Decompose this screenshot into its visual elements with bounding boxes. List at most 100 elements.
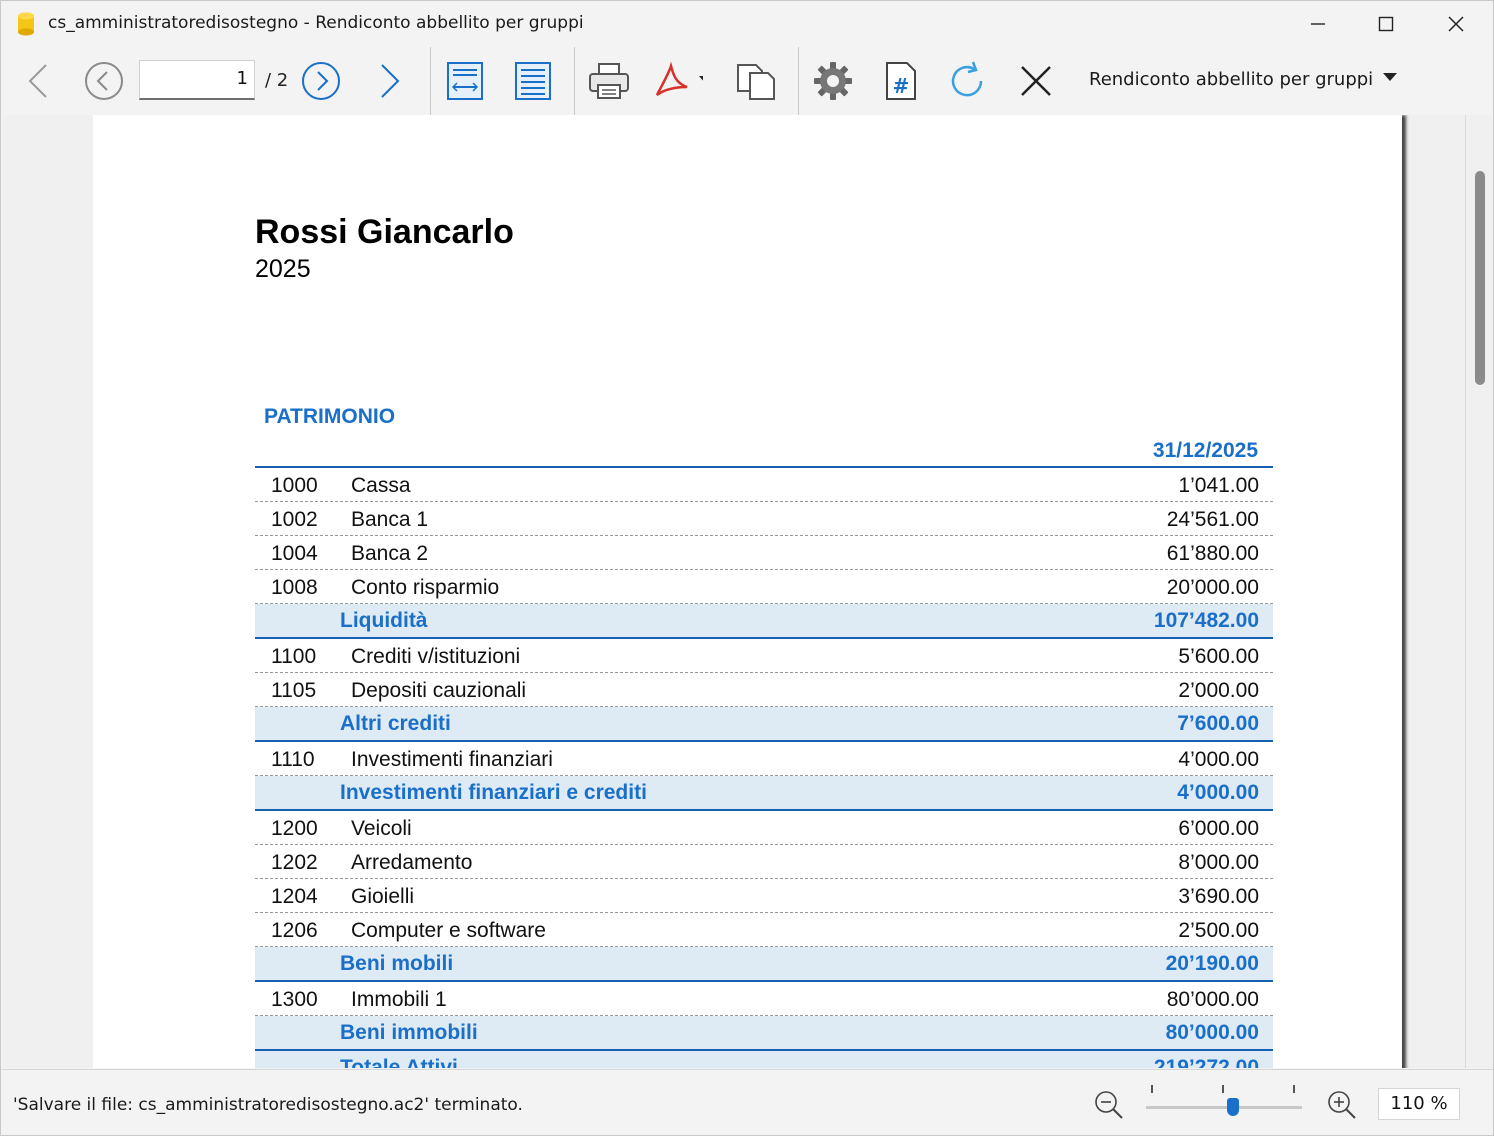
- account-description: Banca 1: [351, 508, 429, 531]
- group-amount: 7’600.00: [1177, 712, 1259, 735]
- account-description: Computer e software: [351, 919, 546, 942]
- account-code: 1110: [271, 748, 315, 771]
- account-row: 1110 Investimenti finanziari 4’000.00: [255, 742, 1273, 776]
- account-amount: 3’690.00: [1178, 885, 1259, 908]
- forward-button[interactable]: [363, 55, 415, 107]
- export-pdf-button[interactable]: [651, 55, 703, 107]
- zoom-in-icon[interactable]: [1325, 1088, 1357, 1120]
- account-amount: 2’000.00: [1178, 679, 1259, 702]
- account-amount: 2’500.00: [1178, 919, 1259, 942]
- close-report-button[interactable]: [1010, 55, 1062, 107]
- group-total-row: Investimenti finanziari e crediti 4’000.0…: [255, 776, 1273, 811]
- app-logo-icon: [18, 12, 34, 36]
- maximize-button[interactable]: [1351, 1, 1421, 47]
- account-description: Cassa: [351, 474, 411, 497]
- close-window-button[interactable]: [1421, 1, 1491, 47]
- account-amount: 4’000.00: [1178, 748, 1259, 771]
- group-amount: 20’190.00: [1165, 952, 1259, 975]
- account-amount: 24’561.00: [1166, 508, 1259, 531]
- account-code: 1200: [271, 817, 318, 840]
- status-message: 'Salvare il file: cs_amministratoredisos…: [13, 1095, 523, 1115]
- copy-icon: [737, 64, 775, 100]
- status-bar: 'Salvare il file: cs_amministratoredisos…: [1, 1069, 1493, 1135]
- account-code: 1105: [271, 679, 317, 702]
- account-description: Banca 2: [351, 542, 429, 565]
- account-description: Arredamento: [351, 851, 473, 874]
- account-amount: 8’000.00: [1178, 851, 1259, 874]
- zoom-out-icon[interactable]: [1092, 1088, 1124, 1120]
- fit-width-icon: [447, 62, 483, 100]
- maximize-icon: [1378, 16, 1394, 32]
- group-amount: 80’000.00: [1165, 1021, 1259, 1044]
- group-total-row: Altri crediti 7’600.00: [255, 707, 1273, 742]
- column-date-header: 31/12/2025: [1152, 439, 1258, 462]
- next-circle-icon: [302, 62, 340, 100]
- account-description: Immobili 1: [351, 988, 447, 1011]
- refresh-icon: [951, 61, 983, 97]
- close-icon: [1448, 16, 1464, 32]
- group-amount: 219’272.00: [1153, 1056, 1259, 1068]
- account-amount: 6’000.00: [1178, 817, 1259, 840]
- toolbar-separator: [574, 47, 575, 115]
- account-amount: 80’000.00: [1166, 988, 1259, 1011]
- account-description: Veicoli: [351, 817, 412, 840]
- account-code: 1002: [271, 508, 318, 531]
- minimize-button[interactable]: [1283, 1, 1353, 47]
- report-selector[interactable]: Rendiconto abbellito per gruppi: [1089, 69, 1373, 90]
- page-number-input[interactable]: 1: [139, 60, 255, 100]
- chevron-down-icon[interactable]: [1383, 73, 1397, 81]
- account-description: Gioielli: [351, 885, 415, 908]
- settings-button[interactable]: [807, 55, 859, 107]
- group-total-row: Totale Attivi 219’272.00: [255, 1051, 1273, 1068]
- account-code: 1300: [271, 988, 318, 1011]
- account-code: 1204: [271, 885, 318, 908]
- copy-button[interactable]: [730, 55, 782, 107]
- report-year: 2025: [255, 255, 311, 283]
- zoom-level-field[interactable]: 110 %: [1378, 1088, 1460, 1120]
- chevron-right-icon: [381, 64, 400, 98]
- app-window: cs_amministratoredisostegno - Rendiconto…: [0, 0, 1494, 1136]
- zoom-tick: [1222, 1085, 1224, 1093]
- account-row: 1300 Immobili 1 80’000.00: [255, 982, 1273, 1016]
- account-row: 1202 Arredamento 8’000.00: [255, 845, 1273, 879]
- account-code: 1206: [271, 919, 318, 942]
- vertical-scrollbar[interactable]: [1465, 115, 1493, 1068]
- back-button[interactable]: [13, 55, 65, 107]
- account-code: 1100: [271, 645, 317, 668]
- toolbar-separator: [430, 47, 431, 115]
- toolbar-separator: [798, 47, 799, 115]
- account-row: 1004 Banca 2 61’880.00: [255, 536, 1273, 570]
- fit-width-button[interactable]: [439, 55, 491, 107]
- account-description: Investimenti finanziari: [351, 748, 553, 771]
- account-row: 1008 Conto risparmio 20’000.00: [255, 570, 1273, 604]
- title-bar: cs_amministratoredisostegno - Rendiconto…: [1, 1, 1493, 47]
- previous-page-button[interactable]: [78, 55, 130, 107]
- group-total-row: Beni immobili 80’000.00: [255, 1016, 1273, 1051]
- group-label: Liquidità: [340, 609, 428, 632]
- print-button[interactable]: [583, 55, 635, 107]
- section-title: PATRIMONIO: [264, 405, 396, 428]
- page-number-icon: #: [886, 62, 916, 100]
- scrollbar-thumb[interactable]: [1475, 171, 1485, 385]
- account-amount: 61’880.00: [1166, 542, 1259, 565]
- pdf-icon: [655, 61, 703, 97]
- group-total-row: Beni mobili 20’190.00: [255, 947, 1273, 982]
- next-page-button[interactable]: [295, 55, 347, 107]
- fit-page-icon: [515, 62, 551, 100]
- group-amount: 4’000.00: [1177, 781, 1259, 804]
- account-row: 1000 Cassa 1’041.00: [255, 468, 1273, 502]
- group-label: Altri crediti: [340, 712, 451, 735]
- refresh-button[interactable]: [942, 55, 994, 107]
- group-label: Totale Attivi: [340, 1056, 458, 1068]
- zoom-slider-thumb[interactable]: [1227, 1098, 1239, 1116]
- account-amount: 1’041.00: [1178, 474, 1259, 497]
- zoom-slider[interactable]: [1146, 1106, 1302, 1109]
- account-code: 1000: [271, 474, 318, 497]
- account-description: Depositi cauzionali: [351, 679, 527, 702]
- fit-page-button[interactable]: [507, 55, 559, 107]
- report-page: Rossi Giancarlo 2025 PATRIMONIO 31/12/20…: [93, 115, 1402, 1068]
- page-numbering-button[interactable]: #: [875, 55, 927, 107]
- previous-circle-icon: [85, 62, 123, 100]
- group-total-row: Liquidità 107’482.00: [255, 604, 1273, 639]
- gear-icon: [814, 62, 852, 100]
